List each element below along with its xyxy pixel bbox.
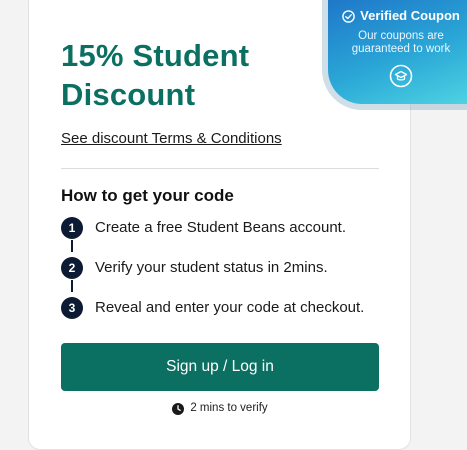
step-number-2: 2: [61, 257, 83, 279]
step-number-3: 3: [61, 297, 83, 319]
check-circle-icon: [342, 9, 355, 23]
offer-title-line: Discount: [61, 77, 196, 112]
badge-title: Verified Coupon: [322, 8, 467, 24]
offer-title-line: 15% Student: [61, 38, 250, 73]
clock-icon: [172, 402, 185, 415]
step-connector: [71, 280, 73, 292]
step-1: 1 Create a free Student Beans account.: [61, 217, 346, 239]
step-text-2: Verify your student status in 2mins.: [95, 259, 328, 276]
verify-time-note: 2 mins to verify: [61, 402, 379, 415]
step-text-1: Create a free Student Beans account.: [95, 219, 346, 236]
step-connector: [71, 240, 73, 252]
divider: [61, 168, 379, 169]
how-to-title: How to get your code: [61, 186, 234, 205]
step-number-1: 1: [61, 217, 83, 239]
terms-link[interactable]: See discount Terms & Conditions: [61, 130, 282, 148]
step-3: 3 Reveal and enter your code at checkout…: [61, 297, 364, 319]
badge-title-text: Verified Coupon: [360, 8, 460, 23]
verify-time-text: 2 mins to verify: [190, 402, 268, 414]
step-text-3: Reveal and enter your code at checkout.: [95, 299, 365, 316]
mortarboard-icon: [389, 64, 413, 88]
badge-subtitle-line-1: Our coupons are: [358, 30, 444, 42]
badge-subtitle-line-2: guaranteed to work: [351, 43, 451, 55]
offer-title: 15% Student Discount: [61, 36, 249, 114]
verified-coupon-badge: Verified Coupon Our coupons are guarante…: [328, 0, 467, 104]
badge-subtitle: Our coupons are guaranteed to work: [322, 30, 467, 56]
step-2: 2 Verify your student status in 2mins.: [61, 257, 328, 279]
sign-up-log-in-button[interactable]: Sign up / Log in: [61, 343, 379, 391]
